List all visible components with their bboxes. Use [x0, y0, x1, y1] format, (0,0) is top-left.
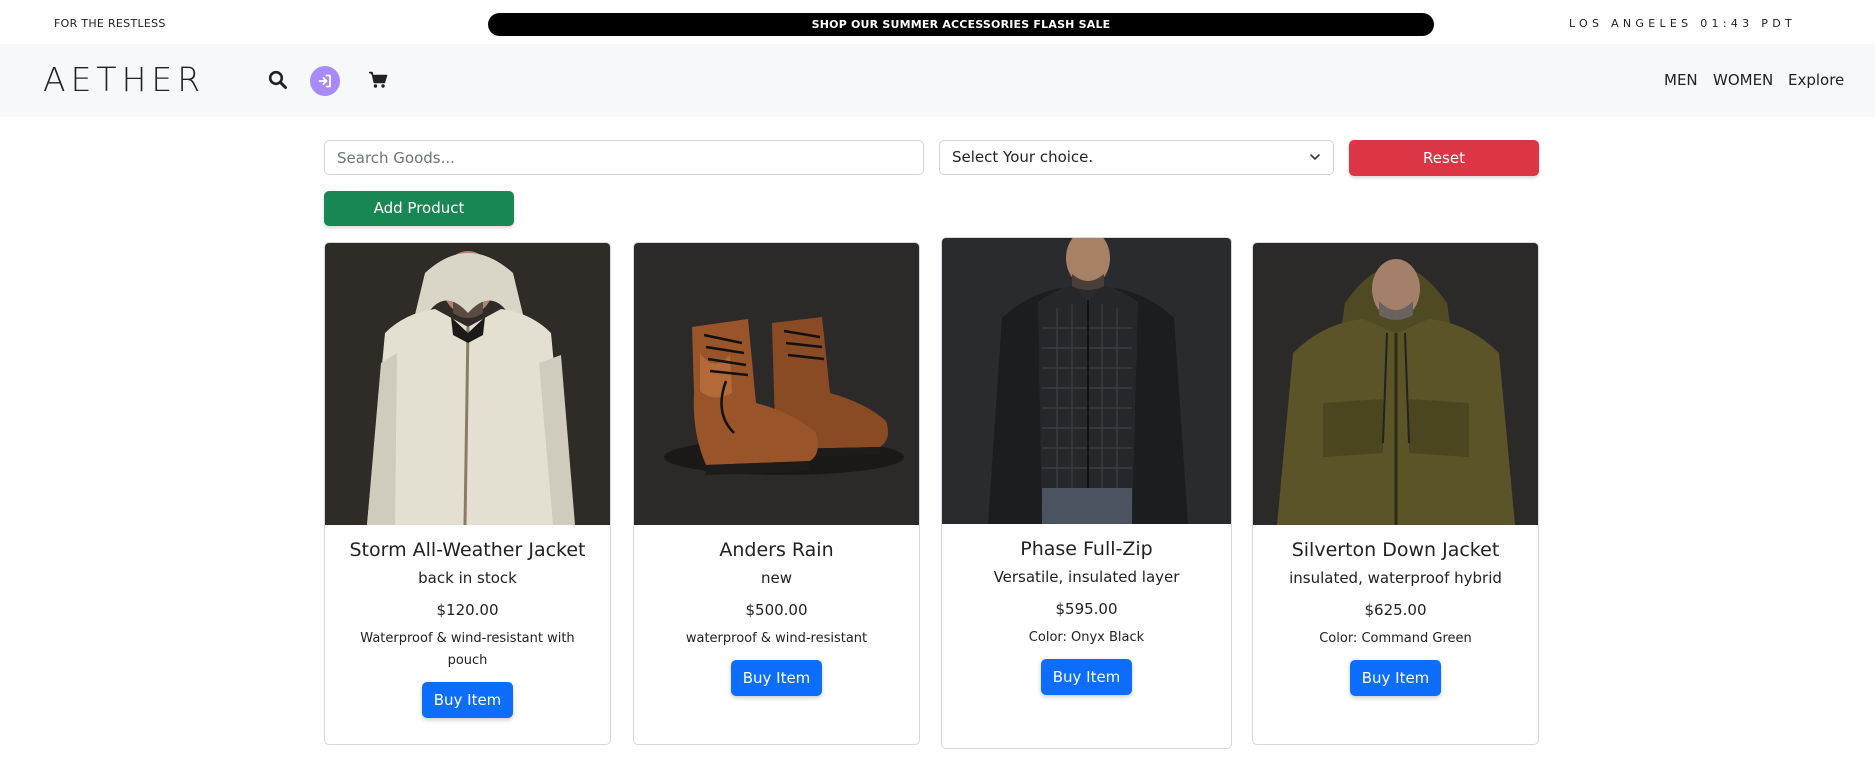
product-subtitle: insulated, waterproof hybrid	[1289, 569, 1502, 587]
product-image[interactable]	[634, 243, 919, 525]
product-detail: Waterproof & wind-resistant with pouch	[360, 631, 575, 668]
chevron-down-icon	[1309, 141, 1321, 186]
reset-button[interactable]: Reset	[1349, 140, 1539, 176]
buy-item-button[interactable]: Buy Item	[1349, 660, 1442, 696]
category-select[interactable]: Select Your choice.	[939, 140, 1334, 175]
search-input[interactable]	[324, 140, 924, 175]
search-icon[interactable]	[266, 68, 290, 92]
product-detail: waterproof & wind-resistant	[685, 631, 868, 646]
product-title: Phase Full-Zip	[1020, 538, 1153, 560]
login-icon[interactable]	[310, 66, 340, 96]
product-title: Storm All-Weather Jacket	[349, 539, 586, 561]
location-clock: LOS ANGELES 01:43 PDT	[1569, 17, 1796, 30]
product-detail: Color: Command Green	[1319, 631, 1472, 646]
product-price: $625.00	[1364, 601, 1427, 619]
brand-logo[interactable]: AETHER	[43, 60, 205, 99]
product-subtitle: back in stock	[418, 569, 517, 587]
product-price: $595.00	[1055, 600, 1118, 618]
product-card: Phase Full-Zip Versatile, insulated laye…	[941, 237, 1232, 749]
add-product-button[interactable]: Add Product	[324, 191, 514, 226]
nav-link-explore[interactable]: Explore	[1788, 71, 1844, 89]
product-image[interactable]	[325, 243, 610, 525]
buy-item-button[interactable]: Buy Item	[730, 660, 823, 696]
product-price: $120.00	[436, 601, 499, 619]
site-header: AETHER MEN WOMEN Explore	[0, 44, 1875, 117]
buy-item-button[interactable]: Buy Item	[421, 682, 514, 718]
product-image[interactable]	[1253, 243, 1538, 525]
product-subtitle: new	[760, 569, 792, 587]
nav-link-men[interactable]: MEN	[1664, 71, 1698, 89]
product-image[interactable]	[942, 238, 1231, 524]
select-value: Select Your choice.	[952, 148, 1094, 166]
product-price: $500.00	[745, 601, 808, 619]
product-subtitle: Versatile, insulated layer	[993, 568, 1180, 586]
tagline: FOR THE RESTLESS	[54, 17, 166, 30]
promo-banner[interactable]: SHOP OUR SUMMER ACCESSORIES FLASH SALE	[488, 13, 1434, 36]
product-card: Silverton Down Jacket insulated, waterpr…	[1252, 242, 1539, 745]
product-card: Storm All-Weather Jacket back in stock $…	[324, 242, 611, 745]
nav-link-women[interactable]: WOMEN	[1713, 71, 1773, 89]
product-card: Anders Rain new $500.00 waterproof & win…	[633, 242, 920, 745]
product-title: Anders Rain	[719, 539, 834, 561]
buy-item-button[interactable]: Buy Item	[1040, 659, 1133, 695]
cart-icon[interactable]	[366, 68, 390, 92]
product-detail: Color: Onyx Black	[1028, 630, 1145, 645]
announcement-bar: FOR THE RESTLESS SHOP OUR SUMMER ACCESSO…	[0, 0, 1875, 44]
product-title: Silverton Down Jacket	[1291, 539, 1500, 561]
